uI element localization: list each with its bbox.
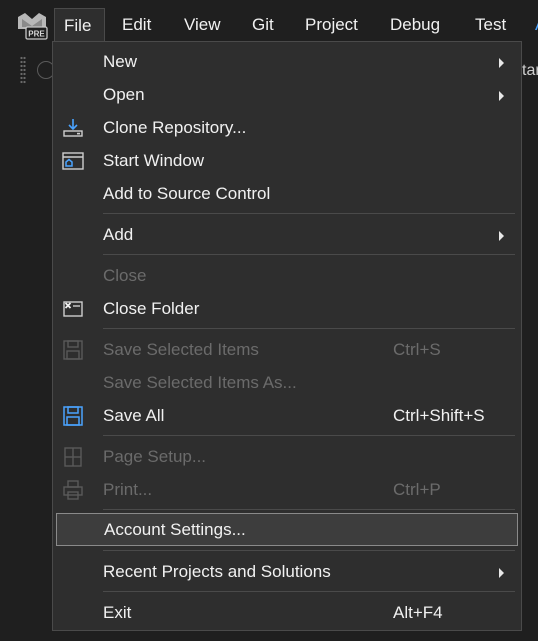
logo-badge-text: PRE <box>28 30 45 39</box>
menu-item-shortcut: Alt+F4 <box>393 603 443 622</box>
menu-item-label: Page Setup... <box>103 447 207 466</box>
clone-repo-icon <box>63 119 83 137</box>
menu-item-label: Close <box>103 266 147 285</box>
menu-separator <box>103 254 515 255</box>
menu-item-label: Clone Repository... <box>103 118 247 137</box>
menu-git[interactable]: Git <box>243 8 283 42</box>
menu-item-label: Exit <box>103 603 132 622</box>
menu-separator <box>103 591 515 592</box>
menu-separator <box>103 328 515 329</box>
menu-analyze-partial[interactable]: A <box>526 8 538 42</box>
menu-separator <box>103 213 515 214</box>
menu-view[interactable]: View <box>175 8 230 42</box>
menu-item-add-to-source-control[interactable]: Add to Source Control <box>53 177 521 210</box>
visual-studio-preview-logo-icon[interactable]: PRE <box>16 9 48 41</box>
menu-item-clone-repository[interactable]: Clone Repository... <box>53 111 521 144</box>
menu-item-label: Recent Projects and Solutions <box>103 562 331 581</box>
print-icon <box>63 480 83 500</box>
menu-file[interactable]: File <box>54 8 105 42</box>
menu-item-save-selected-items-as[interactable]: Save Selected Items As... <box>53 366 521 399</box>
menu-item-page-setup[interactable]: Page Setup... <box>53 440 521 473</box>
menu-item-save-all[interactable]: Save All Ctrl+Shift+S <box>53 399 521 432</box>
menu-separator <box>103 509 515 510</box>
page-setup-icon <box>64 447 82 467</box>
submenu-arrow-icon <box>499 58 504 68</box>
menu-item-label: Save All <box>103 406 165 425</box>
menu-item-label: New <box>103 52 138 71</box>
menu-item-close[interactable]: Close <box>53 259 521 292</box>
menu-project[interactable]: Project <box>296 8 367 42</box>
menu-item-close-folder[interactable]: Close Folder <box>53 292 521 325</box>
menu-separator <box>103 435 515 436</box>
menu-item-print[interactable]: Print... Ctrl+P <box>53 473 521 506</box>
menu-item-label: Start Window <box>103 151 205 170</box>
visual-studio-window: PRE File Edit View Git Project Debug Tes… <box>0 0 538 641</box>
menu-item-label: Account Settings... <box>104 520 246 539</box>
menu-separator <box>103 550 515 551</box>
menu-item-account-settings[interactable]: Account Settings... <box>56 513 518 546</box>
save-icon <box>63 340 83 360</box>
menu-item-label: Close Folder <box>103 299 200 318</box>
menu-item-new[interactable]: New <box>53 45 521 78</box>
menu-item-save-selected-items[interactable]: Save Selected Items Ctrl+S <box>53 333 521 366</box>
submenu-arrow-icon <box>499 91 504 101</box>
menu-item-add[interactable]: Add <box>53 218 521 251</box>
start-window-icon <box>62 152 84 170</box>
menu-test[interactable]: Test <box>466 8 515 42</box>
toolbar-grip-handle[interactable] <box>20 56 26 84</box>
start-tab-peek: tar <box>522 62 538 79</box>
menu-item-label: Save Selected Items <box>103 340 259 359</box>
menu-item-label: Open <box>103 85 145 104</box>
menu-debug[interactable]: Debug <box>381 8 449 42</box>
menu-item-recent-projects-and-solutions[interactable]: Recent Projects and Solutions <box>53 555 521 588</box>
menu-item-shortcut: Ctrl+P <box>393 480 441 499</box>
menu-item-label: Add <box>103 225 134 244</box>
close-folder-icon <box>63 301 83 317</box>
menu-item-open[interactable]: Open <box>53 78 521 111</box>
menu-item-start-window[interactable]: Start Window <box>53 144 521 177</box>
menu-edit[interactable]: Edit <box>113 8 160 42</box>
menu-item-label: Add to Source Control <box>103 184 271 203</box>
submenu-arrow-icon <box>499 231 504 241</box>
menu-item-label: Save Selected Items As... <box>103 373 297 392</box>
menu-item-label: Print... <box>103 480 153 499</box>
menu-item-shortcut: Ctrl+Shift+S <box>393 406 485 425</box>
menu-item-exit[interactable]: Exit Alt+F4 <box>53 596 521 629</box>
file-menu-dropdown: New Open Clone Repository... Start Windo… <box>52 41 522 631</box>
submenu-arrow-icon <box>499 568 504 578</box>
save-all-icon <box>63 406 83 426</box>
menu-item-shortcut: Ctrl+S <box>393 340 441 359</box>
